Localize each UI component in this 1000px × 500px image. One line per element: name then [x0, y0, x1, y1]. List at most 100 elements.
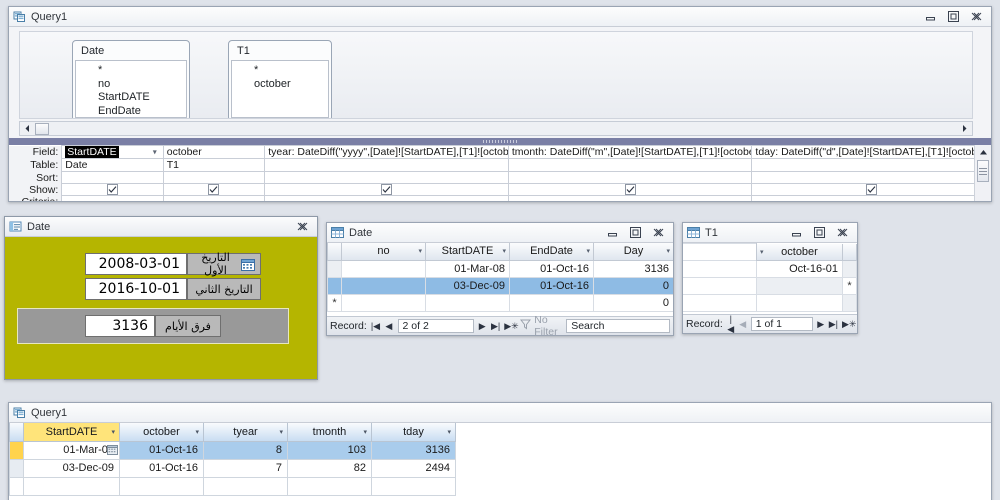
grid-cell-show-0[interactable] [61, 183, 164, 196]
grid-cell-show-4[interactable] [751, 183, 991, 196]
column-header-no[interactable]: no ▾ [341, 243, 426, 261]
cell-day[interactable]: 0 [593, 276, 673, 295]
grid-cell-criteria-2[interactable] [264, 195, 509, 201]
column-header-october[interactable]: october ▾ [119, 423, 204, 442]
cell-startdate[interactable] [425, 293, 510, 312]
calendar-picker-icon[interactable] [107, 445, 118, 455]
grid-cell-criteria-0[interactable] [61, 195, 164, 201]
query-design-titlebar[interactable]: Query1 [9, 7, 991, 27]
grid-cell-table-4[interactable] [751, 158, 991, 172]
days-difference-label-button[interactable]: فرق الأيام [155, 315, 221, 337]
grid-cell-criteria-4[interactable] [751, 195, 991, 201]
row-selector[interactable] [9, 458, 24, 478]
table-row[interactable]: 01-Oct-16 [683, 260, 857, 278]
date-table-window[interactable]: Date no ▾ StartDATE ▾ EndDate ▾ Day ▾ 01… [326, 222, 674, 336]
grid-cell-sort-0[interactable] [61, 171, 164, 184]
t1-table-titlebar[interactable]: T1 [683, 223, 857, 243]
cell-enddate[interactable]: 01-Oct-16 [509, 259, 594, 278]
row-selector[interactable] [327, 276, 342, 295]
cell-tmonth[interactable]: 103 [287, 440, 372, 460]
grid-cell-table-3[interactable] [507, 158, 753, 172]
restore-icon[interactable] [947, 10, 960, 23]
new-record-row[interactable]: * 0 [327, 293, 673, 312]
minimize-icon[interactable] [790, 226, 803, 239]
first-date-label-button[interactable]: التاريخ الأول [187, 251, 261, 277]
record-position[interactable]: 2 of 2 [397, 319, 474, 333]
cell-tmonth[interactable]: 82 [287, 458, 372, 478]
column-header-tday[interactable]: tday ▾ [371, 423, 456, 442]
grid-cell-table-0[interactable]: Date [61, 158, 164, 172]
field-list-date[interactable]: Date * no StartDATE EndDate Day [72, 40, 190, 118]
grid-cell-sort-4[interactable] [751, 171, 991, 184]
column-header-october[interactable]: october ▾ [756, 243, 843, 261]
new-record-marker[interactable]: * [842, 277, 857, 295]
field-item[interactable]: * [232, 64, 328, 78]
select-all-corner[interactable] [9, 423, 24, 442]
close-icon[interactable] [652, 226, 665, 239]
cell-day[interactable]: 0 [593, 293, 673, 312]
cell-tyear[interactable]: 8 [203, 440, 288, 460]
new-record-icon[interactable]: ▶✳ [504, 321, 518, 332]
column-header-enddate[interactable]: EndDate ▾ [509, 243, 594, 261]
cell-tyear[interactable]: 7 [203, 458, 288, 478]
date-form-window[interactable]: Date 2008-03-01 التاريخ الأول 2016-10-01… [4, 216, 318, 380]
scroll-right-icon[interactable] [957, 124, 972, 133]
cell-no[interactable] [341, 259, 426, 278]
chevron-down-icon[interactable]: ▾ [111, 428, 115, 436]
select-all-corner[interactable] [327, 243, 342, 261]
t1-table-body[interactable]: october ▾ 01-Oct-16 * Record: |◀ ◀ 1 of … [683, 243, 857, 333]
filter-status[interactable]: No Filter [520, 314, 562, 335]
last-record-icon[interactable]: ▶| [491, 321, 500, 332]
grid-vertical-scrollbar[interactable] [974, 145, 991, 201]
previous-record-icon[interactable]: ◀ [384, 321, 393, 332]
cell-tday[interactable]: 3136 [371, 440, 456, 460]
field-list-date-items[interactable]: * no StartDATE EndDate Day [75, 60, 187, 118]
show-checkbox[interactable] [624, 184, 636, 195]
vscroll-thumb[interactable] [977, 160, 989, 182]
grid-cell-criteria-1[interactable] [162, 195, 266, 201]
grid-cell-field-3[interactable]: tmonth: DateDiff("m",[Date]![StartDATE],… [507, 145, 753, 159]
field-item[interactable]: * [76, 64, 186, 78]
scroll-left-icon[interactable] [20, 122, 35, 135]
row-selector[interactable] [327, 259, 342, 278]
date-form-titlebar[interactable]: Date [5, 217, 317, 237]
minimize-icon[interactable] [606, 226, 619, 239]
cell-october[interactable]: 01-Oct-16 [119, 458, 204, 478]
date-table-body[interactable]: no ▾ StartDATE ▾ EndDate ▾ Day ▾ 01-Mar-… [327, 243, 673, 335]
second-date-textbox[interactable]: 2016-10-01 [85, 278, 187, 300]
column-header-tmonth[interactable]: tmonth ▾ [287, 423, 372, 442]
select-all-corner[interactable] [842, 243, 857, 261]
chevron-down-icon[interactable]: ▾ [760, 248, 764, 256]
t1-table-window[interactable]: T1 october ▾ 01-Oct-16 * Record: |◀ ◀ 1 … [682, 222, 858, 334]
field-item[interactable]: october [232, 78, 328, 92]
query-design-window[interactable]: Query1 Date * no StartDATE EndDate T1 * … [8, 6, 992, 202]
field-item[interactable]: StartDATE [76, 91, 186, 105]
diagram-horizontal-scrollbar[interactable] [19, 121, 973, 136]
calendar-icon[interactable] [241, 258, 255, 271]
field-item[interactable]: EndDate [76, 105, 186, 118]
second-date-label-button[interactable]: التاريخ الثاني [187, 278, 261, 300]
close-icon[interactable] [970, 10, 983, 23]
cell-startdate[interactable]: 01-Mar-08 [425, 259, 510, 278]
table-row[interactable]: 01-Mar-08 01-Oct-16 3136 [327, 259, 673, 278]
first-record-icon[interactable]: |◀ [727, 314, 735, 334]
chevron-down-icon[interactable]: ▾ [363, 428, 367, 436]
cell-october[interactable] [756, 277, 843, 295]
days-difference-value[interactable]: 3136 [85, 315, 155, 337]
grid-cell-sort-3[interactable] [507, 171, 753, 184]
cell-enddate[interactable]: 01-Oct-16 [509, 276, 594, 295]
query-results-window[interactable]: Query1 StartDATE ▾ october ▾ tyear ▾ tmo… [8, 402, 992, 500]
cell-no[interactable] [341, 293, 426, 312]
query-design-grid[interactable]: Field: StartDATE ▾ october tyear: DateDi… [9, 145, 991, 201]
next-record-icon[interactable]: ▶ [817, 319, 825, 330]
table-row[interactable]: 03-Dec-09 01-Oct-16 0 [327, 276, 673, 295]
column-header-tyear[interactable]: tyear ▾ [203, 423, 288, 442]
row-selector[interactable] [9, 440, 24, 460]
show-checkbox[interactable] [208, 184, 220, 195]
table-row[interactable]: 01-Mar-08 01-Oct-16 8 103 3136 [9, 440, 456, 460]
chevron-down-icon[interactable]: ▾ [418, 247, 422, 255]
chevron-down-icon[interactable]: ▾ [447, 428, 451, 436]
record-position[interactable]: 1 of 1 [750, 317, 813, 331]
grid-cell-table-2[interactable] [264, 158, 509, 172]
last-record-icon[interactable]: ▶| [829, 319, 838, 330]
